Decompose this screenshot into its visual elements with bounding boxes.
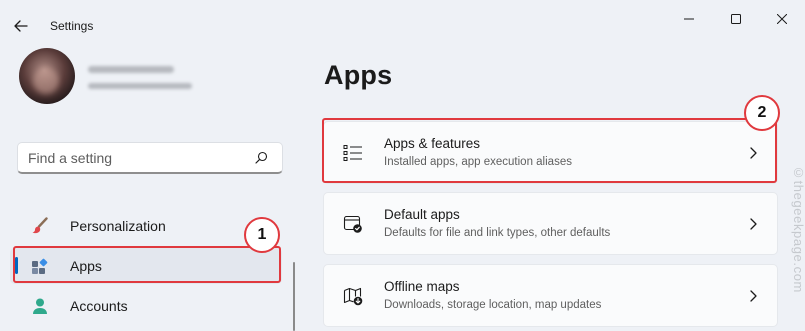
sidebar-item-label: Accounts [70, 298, 128, 314]
search-input[interactable]: Find a setting [17, 142, 283, 174]
card-title: Default apps [384, 207, 460, 222]
search-icon [255, 151, 268, 164]
maximize-button[interactable] [713, 6, 759, 32]
minimize-button[interactable] [666, 6, 712, 32]
search-placeholder: Find a setting [28, 149, 113, 166]
minimize-icon [684, 18, 694, 20]
chevron-right-icon [743, 214, 763, 234]
step-badge-1: 1 [244, 217, 280, 253]
step-badge-2: 2 [744, 95, 780, 131]
card-offline-maps[interactable]: Offline maps Downloads, storage location… [323, 264, 778, 327]
highlight-apps-nav [13, 246, 281, 283]
sidebar-scrollbar[interactable] [293, 262, 295, 331]
watermark: ©thegeekpage.com [791, 165, 805, 293]
card-subtitle: Downloads, storage location, map updates [384, 299, 602, 311]
profile-name [88, 66, 174, 73]
card-title: Offline maps [384, 279, 460, 294]
window-title: Settings [50, 19, 94, 33]
sidebar-item-label: Personalization [70, 218, 166, 234]
default-apps-icon [342, 213, 364, 235]
maximize-icon [731, 14, 741, 24]
profile-email [88, 83, 192, 89]
chevron-right-icon [743, 286, 763, 306]
back-button[interactable] [6, 12, 36, 40]
paintbrush-icon [30, 216, 50, 236]
sidebar-item-accounts[interactable]: Accounts [10, 288, 282, 324]
avatar[interactable] [19, 48, 75, 104]
close-button[interactable] [759, 6, 805, 32]
back-arrow-icon [14, 20, 28, 32]
card-subtitle: Defaults for file and link types, other … [384, 227, 611, 239]
page-title: Apps [324, 60, 393, 90]
sidebar-item-personalization[interactable]: Personalization [10, 208, 282, 244]
person-icon [30, 296, 50, 316]
map-download-icon [342, 285, 364, 307]
close-icon [777, 14, 787, 24]
highlight-apps-features [322, 118, 777, 183]
card-default-apps[interactable]: Default apps Defaults for file and link … [323, 192, 778, 255]
